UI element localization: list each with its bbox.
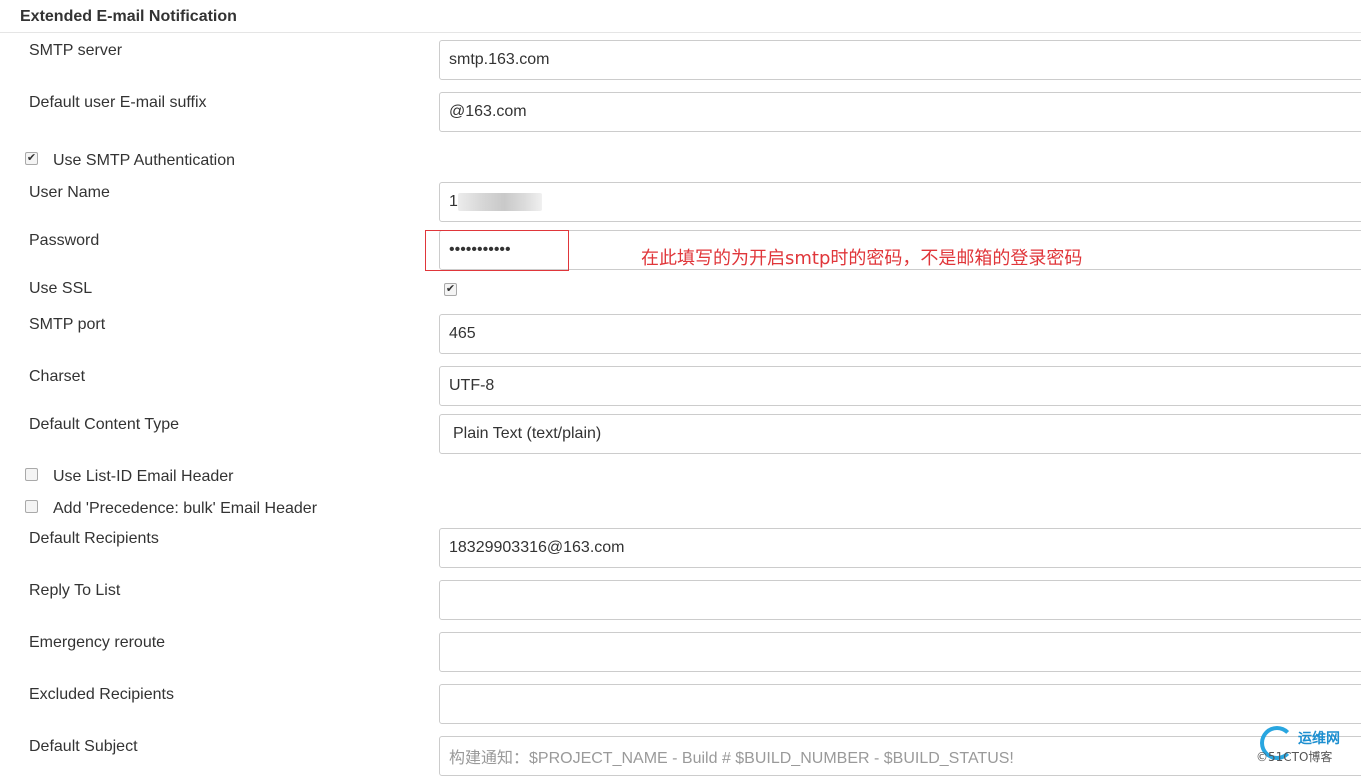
smtp-server-label: SMTP server: [29, 42, 123, 59]
reply-to-input[interactable]: [439, 580, 1361, 620]
content-type-select[interactable]: Plain Text (text/plain): [439, 414, 1361, 454]
user-name-input[interactable]: [439, 182, 1361, 222]
user-name-label: User Name: [29, 184, 110, 201]
password-label: Password: [29, 232, 100, 249]
section-title: Extended E-mail Notification: [20, 8, 237, 25]
smtp-port-input[interactable]: [439, 314, 1361, 354]
charset-label: Charset: [29, 368, 86, 385]
default-recipients-label: Default Recipients: [29, 530, 159, 547]
password-annotation: 在此填写的为开启smtp时的密码，不是邮箱的登录密码: [641, 248, 1083, 269]
watermark-sub: ©51CTO博客: [1256, 750, 1333, 764]
excluded-recipients-input[interactable]: [439, 684, 1361, 724]
smtp-port-label: SMTP port: [29, 316, 106, 333]
reply-to-label: Reply To List: [29, 582, 121, 599]
emergency-reroute-label: Emergency reroute: [29, 634, 166, 651]
watermark-brand: 运维网: [1298, 731, 1340, 747]
default-recipients-input[interactable]: [439, 528, 1361, 568]
email-suffix-label: Default user E-mail suffix: [29, 94, 207, 111]
list-id-checkbox[interactable]: [25, 468, 38, 481]
section-header: Extended E-mail Notification: [0, 0, 1361, 33]
list-id-label: Use List-ID Email Header: [53, 468, 234, 485]
excluded-recipients-label: Excluded Recipients: [29, 686, 174, 703]
smtp-auth-checkbox[interactable]: ✔: [25, 152, 38, 165]
content-type-label: Default Content Type: [29, 416, 180, 433]
use-ssl-checkbox[interactable]: ✔: [444, 283, 457, 296]
precedence-label: Add 'Precedence: bulk' Email Header: [53, 500, 318, 517]
email-suffix-input[interactable]: [439, 92, 1361, 132]
smtp-server-input[interactable]: [439, 40, 1361, 80]
emergency-reroute-input[interactable]: [439, 632, 1361, 672]
default-subject-label: Default Subject: [29, 738, 138, 755]
charset-input[interactable]: [439, 366, 1361, 406]
default-subject-input[interactable]: [439, 736, 1361, 776]
smtp-auth-label: Use SMTP Authentication: [53, 152, 236, 169]
use-ssl-label: Use SSL: [29, 280, 93, 297]
precedence-checkbox[interactable]: [25, 500, 38, 513]
watermark: 运维网 ©51CTO博客: [1256, 724, 1361, 771]
redacted-blur: [458, 193, 542, 211]
check-icon: ✔: [445, 283, 456, 295]
check-icon: ✔: [26, 152, 37, 164]
